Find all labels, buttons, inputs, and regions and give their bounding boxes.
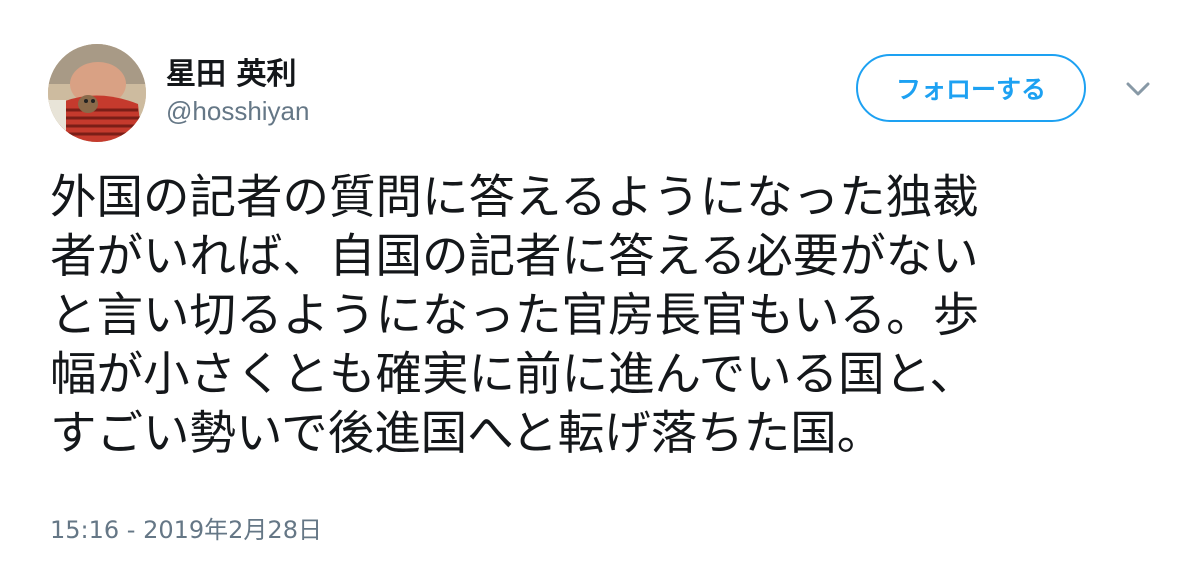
avatar-photo-icon [48, 44, 146, 142]
timestamp[interactable]: 15:16 - 2019年2月28日 [50, 510, 322, 545]
avatar[interactable] [48, 44, 146, 142]
tweet-text-line: 外国の記者の質問に答えるようになった独裁 [50, 170, 979, 224]
tweet-text-line: と言い切るようになった官房長官もいる。歩 [50, 288, 980, 342]
chevron-down-icon[interactable] [1120, 74, 1156, 104]
tweet-text-line: 者がいれば、自国の記者に答える必要がない [50, 229, 979, 283]
user-handle[interactable]: @hosshiyan [166, 96, 309, 127]
tweet-text-line: 幅が小さくとも確実に前に進んでいる国と、 [50, 347, 976, 401]
follow-button[interactable]: フォローする [856, 54, 1086, 122]
tweet-card: 星田 英利 @hosshiyan フォローする 外国の記者の質問に答えるようにな… [0, 0, 1200, 568]
tweet-text-line: すごい勢いで後進国へと転げ落ちた国。 [50, 406, 884, 460]
tweet-text: 外国の記者の質問に答えるようになった独裁 者がいれば、自国の記者に答える必要がない… [50, 168, 1160, 463]
display-name[interactable]: 星田 英利 [166, 49, 296, 93]
